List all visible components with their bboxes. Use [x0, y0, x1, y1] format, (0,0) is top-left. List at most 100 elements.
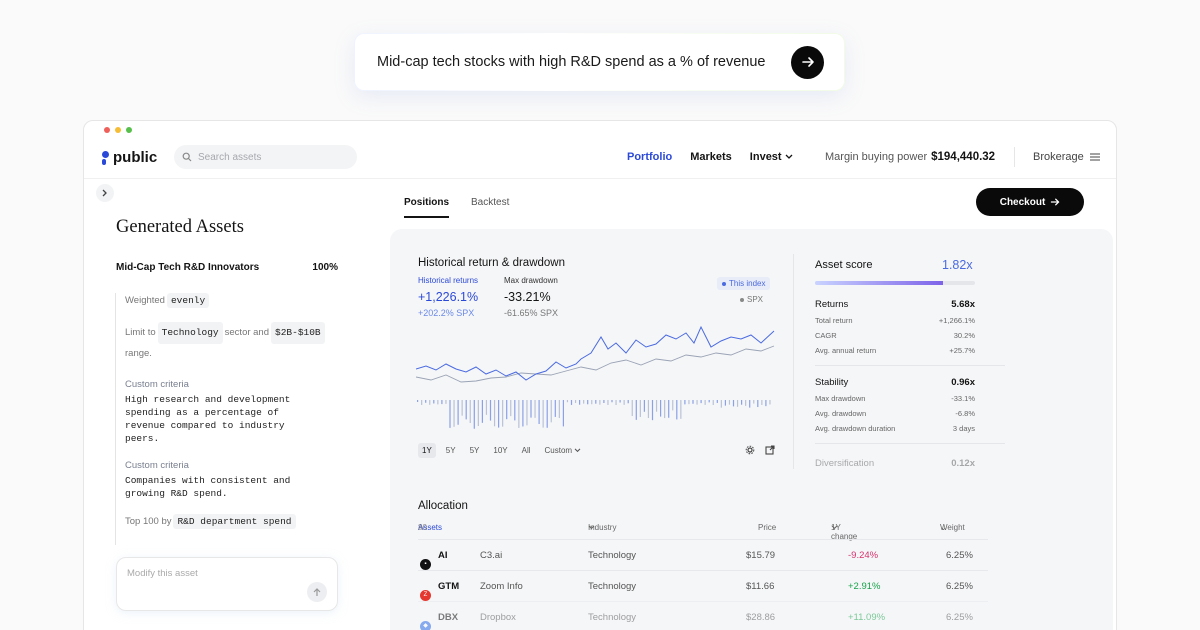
drawdown-bar — [481, 400, 483, 423]
range-5y-alt[interactable]: 5Y — [466, 443, 484, 458]
drawdown-bar — [732, 400, 735, 407]
criteria-limit-mid: sector and — [224, 327, 270, 338]
metric-value: 3 days — [952, 424, 975, 433]
metric-label: Avg. drawdown — [815, 409, 867, 418]
hamburger-menu-icon — [1089, 153, 1100, 161]
asset-score-bar — [815, 281, 975, 285]
index-swatch-icon — [722, 281, 726, 286]
public-logo[interactable]: public — [102, 149, 157, 166]
drawdown-bar — [526, 400, 528, 426]
nav-invest[interactable]: Invest — [750, 151, 793, 163]
tab-backtest[interactable]: Backtest — [471, 197, 509, 218]
drawdown-bar — [757, 400, 759, 408]
drawdown-bar — [441, 400, 443, 405]
prompt-text: Mid-cap tech stocks with high R&D spend … — [377, 54, 766, 70]
asset-score-title: Asset score — [815, 259, 873, 271]
weight: 6.25% — [946, 550, 973, 561]
drawdown-bar — [647, 400, 650, 419]
weighted-chip: evenly — [166, 293, 210, 308]
metric-label: Avg. annual return — [815, 346, 877, 355]
logo-text: public — [113, 149, 158, 166]
generated-asset-row[interactable]: Mid-Cap Tech R&D Innovators 100% — [116, 262, 338, 273]
drawdown-bar — [461, 400, 463, 416]
drawdown-bar — [692, 400, 694, 404]
criteria-top-prefix: Top 100 by — [125, 516, 172, 527]
drawdown-bar — [745, 400, 747, 406]
tab-positions[interactable]: Positions — [404, 197, 450, 218]
nav-portfolio[interactable]: Portfolio — [627, 151, 672, 163]
diversification-header: Diversification 0.12x — [815, 458, 975, 469]
brokerage-menu[interactable]: Brokerage — [1033, 151, 1100, 163]
range-10y[interactable]: 10Y — [489, 443, 511, 458]
settings-gear-icon[interactable] — [745, 445, 755, 455]
range-all[interactable]: All — [518, 443, 535, 458]
chevron-right-icon — [102, 189, 107, 197]
col-1y-change[interactable]: 1Y change — [831, 523, 857, 541]
spx-swatch-icon — [740, 297, 744, 302]
ticker: DBX — [438, 612, 459, 623]
col-industry-label: Industry — [588, 523, 617, 532]
industry: Technology — [588, 581, 637, 592]
margin-value: $194,440.32 — [931, 151, 996, 163]
range-5y[interactable]: 5Y — [442, 443, 460, 458]
drawdown-bar — [688, 400, 690, 405]
window-controls — [104, 127, 132, 133]
maximize-dot[interactable] — [126, 127, 132, 133]
drawdown-bar — [676, 400, 678, 420]
submit-arrow-button[interactable] — [791, 45, 824, 79]
close-dot[interactable] — [104, 127, 110, 133]
range-1y[interactable]: 1Y — [418, 443, 436, 458]
drawdown-bar — [724, 400, 726, 406]
drawdown-bar — [453, 400, 455, 427]
drawdown-bar — [591, 400, 593, 405]
spx-line — [416, 345, 775, 383]
prompt-box[interactable]: Mid-cap tech stocks with high R&D spend … — [355, 34, 844, 90]
metric-value: -6.8% — [955, 409, 975, 418]
metric-divider — [815, 443, 1005, 444]
criteria-weighted-prefix: Weighted — [125, 295, 165, 306]
checkout-button[interactable]: Checkout — [976, 188, 1084, 216]
stability-metrics: Stability 0.96x Max drawdown -33.1% Avg. d… — [815, 377, 975, 439]
table-row[interactable]: Z GTM Zoom Info Technology $11.66 +2.91%… — [418, 570, 988, 601]
metric-row: Avg. drawdown -6.8% — [815, 409, 975, 418]
prompt-bar: Mid-cap tech stocks with high R&D spend … — [354, 33, 845, 91]
criteria-list: Weighted evenly Limit to Technology sector … — [115, 293, 345, 545]
asset-score-value: 1.82x — [942, 258, 973, 272]
drawdown-bar — [550, 400, 552, 423]
table-row[interactable]: ▪ AI C3.ai Technology $15.79 -9.24% 6.25… — [418, 539, 988, 570]
drawdown-bar — [570, 400, 573, 405]
minimize-dot[interactable] — [115, 127, 121, 133]
drawdown-bar — [534, 400, 536, 418]
drawdown-bar — [538, 400, 540, 424]
col-industry[interactable]: Industry — [588, 523, 616, 532]
send-button[interactable] — [307, 582, 327, 602]
industry: Technology — [588, 550, 637, 561]
historical-returns-stat: Historical returns +1,226.1% +202.2% SPX — [418, 276, 478, 318]
stability-header: Stability 0.96x — [815, 377, 975, 388]
header-divider — [1014, 147, 1015, 167]
table-row[interactable]: ◆ DBX Dropbox Technology $28.86 +11.09% … — [418, 601, 988, 630]
search-input[interactable]: Search assets — [174, 145, 357, 169]
criteria-limit-prefix: Limit to — [125, 327, 156, 338]
sidebar-toggle-button[interactable] — [96, 184, 114, 202]
col-price[interactable]: Price — [758, 523, 776, 532]
drawdown-bar — [425, 400, 427, 403]
company-name: C3.ai — [480, 550, 503, 561]
modify-asset-input[interactable]: Modify this asset — [116, 557, 338, 611]
asset-percentage: 100% — [312, 262, 338, 273]
view-tabs: Positions Backtest — [404, 197, 509, 218]
return-drawdown-chart — [416, 325, 775, 429]
drawdown-bar — [668, 400, 670, 418]
chevron-down-icon — [785, 154, 793, 159]
drawdown-bar — [639, 400, 641, 417]
nav-markets[interactable]: Markets — [690, 151, 732, 163]
weight: 6.25% — [946, 581, 973, 592]
export-icon[interactable] — [765, 445, 775, 455]
top-nav: public Search assets Portfolio Markets I… — [84, 137, 1116, 179]
drawdown-bar — [655, 400, 658, 412]
metric-row: Avg. annual return +25.7% — [815, 346, 975, 355]
range-custom[interactable]: Custom — [541, 443, 586, 458]
sector-chip: Technology — [157, 322, 223, 344]
drawdown-bar — [579, 400, 581, 405]
drawdown-bar — [421, 400, 423, 405]
